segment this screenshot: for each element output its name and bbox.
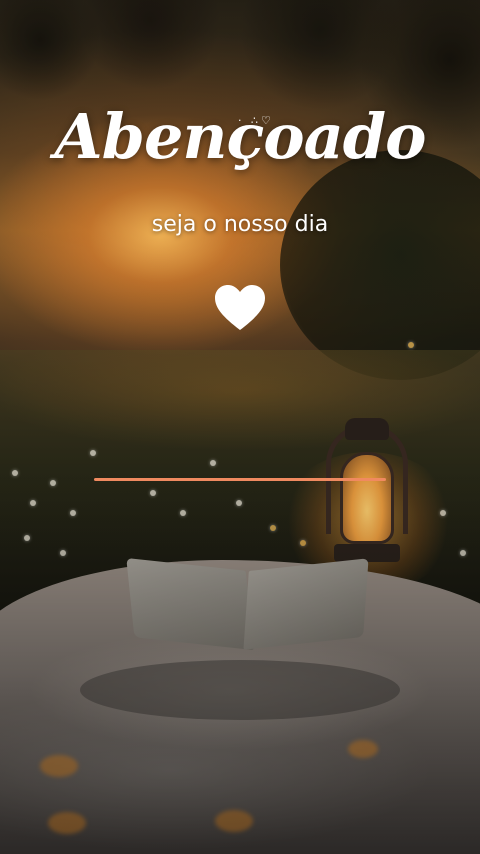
progress-fill	[94, 478, 386, 481]
title-text: Abençoado	[54, 100, 427, 173]
progress-bar	[94, 478, 386, 481]
scene: Abençoado · ∴♡ seja o nosso dia	[0, 0, 480, 854]
subtitle-text: seja o nosso dia	[151, 212, 329, 237]
sparkle-decoration: · ∴♡	[238, 114, 274, 127]
heart-icon	[215, 285, 265, 330]
